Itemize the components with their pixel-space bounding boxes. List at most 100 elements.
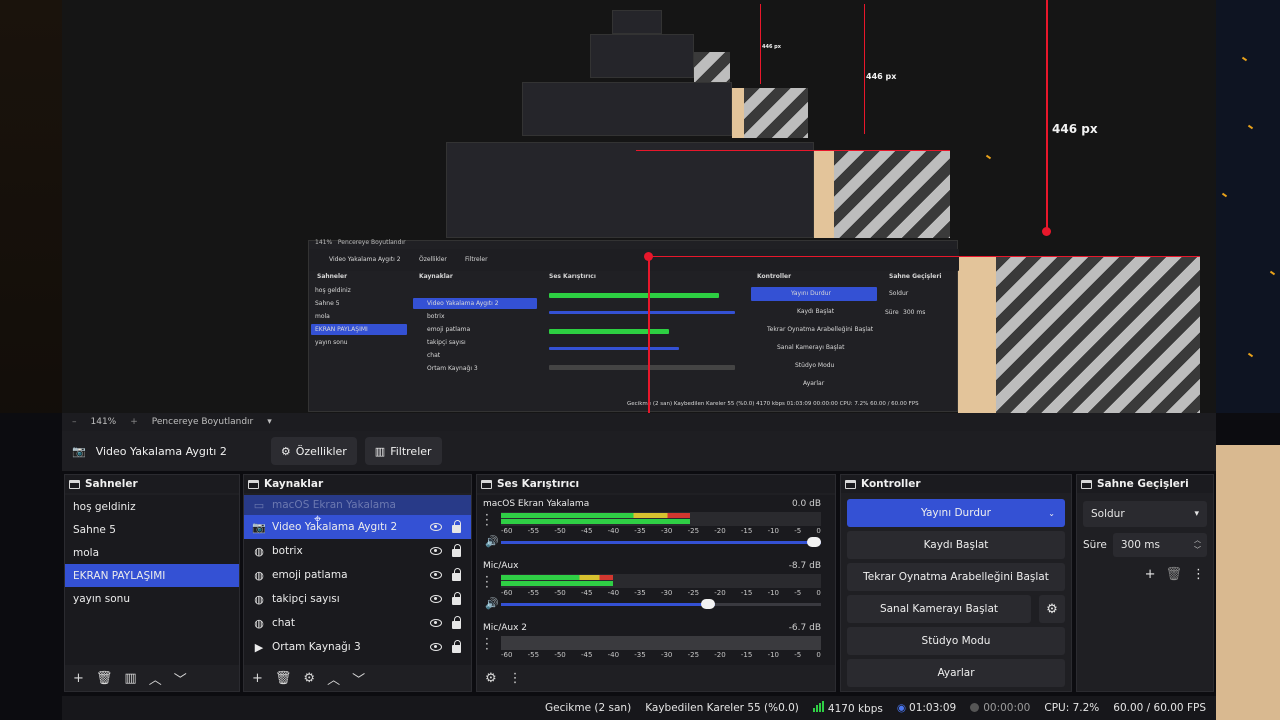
meter-level-right xyxy=(501,581,613,586)
volume-knob[interactable] xyxy=(701,599,716,609)
more-icon[interactable]: ⋮ xyxy=(1192,567,1205,582)
controls-buttons: Yayını Durdur ⌄ Kaydı Başlat Tekrar Oyna… xyxy=(841,495,1071,691)
mixer-footer: ⚙ ⋮ xyxy=(477,665,835,691)
browser-icon: ◍ xyxy=(254,592,264,606)
lock-icon[interactable] xyxy=(452,568,461,581)
eye-icon[interactable] xyxy=(430,523,442,531)
channel-menu-icon[interactable]: · · · xyxy=(485,633,489,655)
nested-duration-label: Süre xyxy=(885,309,899,316)
move-down-icon[interactable]: ﹀ xyxy=(352,669,365,688)
scale-tick: -50 xyxy=(554,589,566,597)
dock-icon xyxy=(1081,479,1092,489)
source-settings-icon[interactable]: ⚙ xyxy=(303,671,315,686)
settings-button[interactable]: Ayarlar xyxy=(847,659,1065,687)
filters-label: Filtreler xyxy=(390,444,432,458)
volume-knob[interactable] xyxy=(807,537,821,547)
meter-scale: -60 -55 -50 -45 -40 -35 -30 -25 -20 -15 -10 -5 0 xyxy=(501,589,821,597)
eye-icon[interactable] xyxy=(430,619,442,627)
add-transition-icon[interactable]: + xyxy=(1145,567,1156,582)
nested-ctrl-4: Stüdyo Modu xyxy=(795,362,835,369)
channel-menu-icon[interactable]: · · · xyxy=(485,571,489,593)
recording-time: 00:00:00 xyxy=(983,702,1031,714)
source-label: botrix xyxy=(272,545,303,557)
lock-icon[interactable] xyxy=(452,640,461,653)
guide-handle-mid[interactable] xyxy=(644,252,653,261)
fit-dropdown-icon[interactable]: ▾ xyxy=(267,417,272,427)
remove-scene-icon[interactable]: 🗑 xyxy=(96,671,113,686)
scene-item[interactable]: EKRAN PAYLAŞIMI xyxy=(65,564,239,587)
current-source-label: Video Yakalama Aygıtı 2 xyxy=(95,444,227,458)
volume-slider[interactable] xyxy=(501,537,821,547)
move-up-icon[interactable]: ︿ xyxy=(149,669,162,688)
channel-menu-icon[interactable]: · · · xyxy=(485,509,489,531)
source-item[interactable]: 📷 Video Yakalama Aygıtı 2 xyxy=(244,515,471,539)
scene-item[interactable]: Sahne 5 xyxy=(65,518,239,541)
gear-icon: ⚙ xyxy=(280,444,291,458)
move-up-icon[interactable]: ︿ xyxy=(327,669,340,688)
lock-icon[interactable] xyxy=(452,520,461,533)
source-item[interactable]: ◍ botrix xyxy=(244,539,471,563)
source-item[interactable]: ▶ Ortam Kaynağı 3 xyxy=(244,635,471,659)
guide-vertical-small xyxy=(864,4,865,134)
stop-stream-button[interactable]: Yayını Durdur ⌄ xyxy=(847,499,1065,527)
gear-icon: ⚙ xyxy=(1046,601,1058,617)
mixer-settings-icon[interactable]: ⚙ xyxy=(485,671,497,686)
source-item[interactable]: ◍ emoji patlama xyxy=(244,563,471,587)
studio-mode-button[interactable]: Stüdyo Modu xyxy=(847,627,1065,655)
properties-button[interactable]: ⚙ Özellikler xyxy=(270,437,357,465)
nested-slider-1 xyxy=(549,311,735,314)
eye-icon[interactable] xyxy=(430,571,442,579)
virtual-cam-settings-button[interactable]: ⚙ xyxy=(1039,595,1065,623)
stripe-panel-tiny xyxy=(694,52,730,82)
mixer-channels: macOS Ekran Yakalama 0.0 dB · · · -60 -55 -50 -4… xyxy=(477,495,835,665)
more-icon[interactable]: ⋮ xyxy=(509,671,522,686)
add-source-icon[interactable]: + xyxy=(252,671,263,686)
source-item[interactable]: ◍ chat xyxy=(244,611,471,635)
transition-actions: + 🗑 ⋮ xyxy=(1077,557,1213,582)
source-item[interactable]: ◍ takipçi sayısı xyxy=(244,587,471,611)
nested-ctrl-5: Ayarlar xyxy=(803,380,825,387)
preview-canvas[interactable]: 141% Pencereye Boyutlandır Video Yakalam… xyxy=(0,0,1280,413)
scenes-footer: + 🗑 ▥ ︿ ﹀ xyxy=(65,665,239,691)
zoom-minus-icon[interactable]: – xyxy=(72,417,77,427)
lock-icon[interactable] xyxy=(452,544,461,557)
nested-source-3: takipçi sayısı xyxy=(427,339,466,346)
nested-source-bar xyxy=(309,249,959,271)
guide-handle-large[interactable] xyxy=(1042,227,1051,236)
scale-tick: 0 xyxy=(816,527,821,535)
speaker-icon[interactable]: 🔊 xyxy=(485,597,499,610)
volume-slider[interactable] xyxy=(501,599,821,609)
remove-transition-icon[interactable]: 🗑 xyxy=(1165,567,1182,582)
source-label: chat xyxy=(272,617,295,629)
eye-icon[interactable] xyxy=(430,595,442,603)
add-scene-icon[interactable]: + xyxy=(73,671,84,686)
duration-input[interactable]: 300 ms ︿ ﹀ xyxy=(1112,533,1207,557)
spinner-icon[interactable]: ︿ ﹀ xyxy=(1194,535,1201,555)
start-recording-button[interactable]: Kaydı Başlat xyxy=(847,531,1065,559)
scene-filter-icon[interactable]: ▥ xyxy=(124,671,136,686)
lock-icon[interactable] xyxy=(452,616,461,629)
scene-item[interactable]: yayın sonu xyxy=(65,587,239,610)
move-down-icon[interactable]: ﹀ xyxy=(174,669,187,688)
fit-to-window[interactable]: Pencereye Boyutlandır xyxy=(152,417,253,427)
scene-item[interactable]: hoş geldiniz xyxy=(65,495,239,518)
replay-buffer-button[interactable]: Tekrar Oynatma Arabelleğini Başlat xyxy=(847,563,1065,591)
nested-trans: Soldur xyxy=(889,290,909,297)
nested-capture-5 xyxy=(612,10,662,34)
eye-icon[interactable] xyxy=(430,643,442,651)
nested-capture-2 xyxy=(446,142,814,238)
speaker-icon[interactable]: 🔊 xyxy=(485,535,499,548)
scale-tick: -45 xyxy=(580,651,593,659)
virtual-cam-button[interactable]: Sanal Kamerayı Başlat xyxy=(847,595,1031,623)
chevron-down-icon[interactable]: ⌄ xyxy=(1048,509,1055,518)
transition-select[interactable]: Soldur ▾ xyxy=(1083,501,1207,527)
scene-item[interactable]: mola xyxy=(65,541,239,564)
lock-icon[interactable] xyxy=(452,592,461,605)
filters-button[interactable]: ▥ Filtreler xyxy=(364,437,442,465)
eye-icon[interactable] xyxy=(430,547,442,555)
remove-source-icon[interactable]: 🗑 xyxy=(275,671,292,686)
zoom-plus-icon[interactable]: + xyxy=(130,417,138,427)
signal-icon xyxy=(812,701,824,712)
scale-tick: -5 xyxy=(794,651,802,659)
spark-6 xyxy=(985,154,992,160)
